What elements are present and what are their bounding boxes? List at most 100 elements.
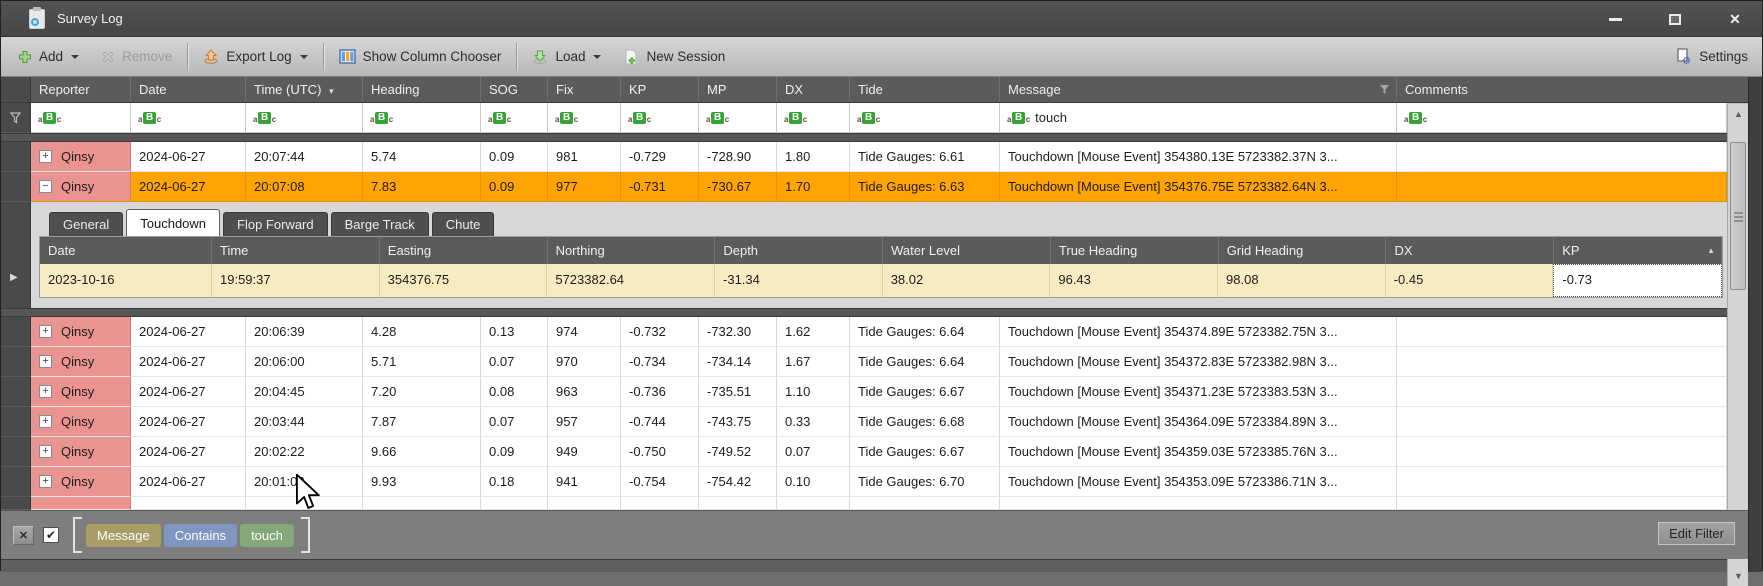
tide-cell: Tide Gauges: 6.61 (850, 142, 1000, 172)
column-header-tide[interactable]: Tide (850, 77, 1000, 102)
abc-type-icon: aBc (857, 112, 880, 124)
fix-cell: 957 (548, 407, 621, 437)
detail-time-cell: 19:59:37 (212, 264, 380, 297)
dx-cell: 1.67 (777, 347, 850, 377)
filter-operator-chip[interactable]: Contains (164, 524, 237, 547)
expand-icon[interactable]: + (39, 415, 52, 428)
filter-cell-time[interactable]: aBc (246, 103, 363, 133)
expand-icon[interactable]: − (39, 180, 52, 193)
expand-icon[interactable]: + (39, 325, 52, 338)
detail-column-easting[interactable]: Easting (380, 237, 548, 264)
filter-cell-message[interactable]: aBctouch (1000, 103, 1397, 133)
minimize-button[interactable] (1602, 9, 1628, 29)
abc-type-icon: aBc (628, 112, 651, 124)
load-button[interactable]: Load (521, 42, 612, 72)
scrollbar-thumb[interactable] (1730, 142, 1746, 290)
tab-touchdown[interactable]: Touchdown (126, 209, 220, 236)
reporter-cell: + Qinsy (31, 142, 131, 172)
filter-cell-comments[interactable]: aBc (1397, 103, 1727, 133)
filter-close-button[interactable]: ✕ (13, 526, 34, 545)
column-header-comments[interactable]: Comments (1397, 77, 1749, 102)
new-session-button[interactable]: New Session (612, 42, 736, 72)
column-header-fix[interactable]: Fix (548, 77, 621, 102)
expand-icon[interactable]: + (39, 475, 52, 488)
settings-button[interactable]: ⚙ Settings (1676, 48, 1748, 65)
column-header-time[interactable]: Time (UTC)▼ (246, 77, 363, 102)
tab-barge-track[interactable]: Barge Track (331, 212, 429, 236)
sog-cell: 0.09 (481, 142, 548, 172)
detail-column-water-level[interactable]: Water Level (883, 237, 1051, 264)
filter-cell-reporter[interactable]: aBc (31, 103, 131, 133)
tab-chute[interactable]: Chute (432, 212, 495, 236)
filter-cell-tide[interactable]: aBc (850, 103, 1000, 133)
filter-cell-date[interactable]: aBc (131, 103, 246, 133)
add-button[interactable]: Add (7, 42, 90, 72)
table-row[interactable]: − Qinsy 2024-06-27 20:07:08 7.83 0.09 97… (1, 172, 1727, 202)
filter-panel: ✕ ✔ Message Contains touch Edit Filter (1, 510, 1751, 559)
column-header-sog[interactable]: SOG (481, 77, 548, 102)
column-header-kp[interactable]: KP (621, 77, 699, 102)
sog-cell: 0.18 (481, 467, 548, 497)
close-button[interactable]: ✕ (1722, 9, 1748, 29)
expand-icon[interactable]: + (39, 385, 52, 398)
kp-cell: -0.744 (621, 407, 699, 437)
show-column-chooser-button[interactable]: Show Column Chooser (328, 42, 513, 72)
abc-type-icon: aBc (488, 112, 511, 124)
export-log-button[interactable]: Export Log (192, 42, 318, 72)
table-row[interactable]: + Qinsy 2024-06-27 20:03:44 7.87 0.07 95… (1, 407, 1727, 437)
filter-value-chip[interactable]: touch (240, 524, 294, 547)
filter-cell-sog[interactable]: aBc (481, 103, 548, 133)
filter-cell-heading[interactable]: aBc (363, 103, 481, 133)
filter-cell-mp[interactable]: aBc (699, 103, 777, 133)
table-row[interactable]: + Qinsy 2024-06-27 20:07:44 5.74 0.09 98… (1, 142, 1727, 172)
expand-icon[interactable]: + (39, 355, 52, 368)
table-row[interactable]: + Qinsy 2024-06-27 20:04:45 7.20 0.08 96… (1, 377, 1727, 407)
filter-cell-fix[interactable]: aBc (548, 103, 621, 133)
tab-general[interactable]: General (49, 212, 123, 236)
detail-column-time[interactable]: Time (212, 237, 380, 264)
mp-cell: -743.75 (699, 407, 777, 437)
edit-filter-button[interactable]: Edit Filter (1658, 522, 1735, 545)
scroll-up-icon[interactable]: ▲ (1728, 104, 1749, 124)
table-row[interactable]: + Qinsy 2024-06-27 20:01:03 9.93 0.18 94… (1, 467, 1727, 497)
detail-column-grid-heading[interactable]: Grid Heading (1219, 237, 1387, 264)
minimize-icon (1609, 18, 1622, 21)
time-cell: 20:07:44 (246, 142, 363, 172)
table-row[interactable]: + Qinsy 2024-06-27 20:06:39 4.28 0.13 97… (1, 317, 1727, 347)
dx-cell: 0.07 (777, 437, 850, 467)
active-filter-funnel-icon[interactable] (1379, 84, 1390, 95)
kp-cell: -0.750 (621, 437, 699, 467)
expand-icon[interactable]: + (39, 445, 52, 458)
column-header-mp[interactable]: MP (699, 77, 777, 102)
detail-row[interactable]: 2023-10-16 19:59:37 354376.75 5723382.64… (40, 264, 1722, 297)
column-header-date[interactable]: Date (131, 77, 246, 102)
maximize-button[interactable] (1662, 9, 1688, 29)
column-header-dx[interactable]: DX (777, 77, 850, 102)
column-header-message[interactable]: Message (1000, 77, 1397, 102)
filter-field-chip[interactable]: Message (86, 524, 161, 547)
fix-cell: 974 (548, 317, 621, 347)
message-cell: Touchdown [Mouse Event] 354380.13E 57233… (1000, 142, 1397, 172)
tide-cell: Tide Gauges: 6.63 (850, 172, 1000, 202)
remove-button[interactable]: Remove (90, 42, 183, 72)
abc-type-icon: aBc (253, 112, 276, 124)
detail-kp-cell-editor[interactable]: -0.73 (1553, 264, 1722, 297)
tab-flop-forward[interactable]: Flop Forward (223, 212, 328, 236)
detail-column-northing[interactable]: Northing (548, 237, 716, 264)
expand-icon[interactable]: + (39, 150, 52, 163)
detail-column-depth[interactable]: Depth (715, 237, 883, 264)
detail-column-date[interactable]: Date (40, 237, 212, 264)
filter-cell-dx[interactable]: aBc (777, 103, 850, 133)
scroll-down-icon[interactable]: ▼ (1728, 566, 1749, 586)
detail-column-kp[interactable]: KP▲ (1554, 237, 1722, 264)
table-row[interactable]: + Qinsy 2024-06-27 20:02:22 9.66 0.09 94… (1, 437, 1727, 467)
table-row[interactable]: + Qinsy 2024-06-27 20:06:00 5.71 0.07 97… (1, 347, 1727, 377)
detail-column-dx[interactable]: DX (1386, 237, 1554, 264)
column-header-reporter[interactable]: Reporter (31, 77, 131, 102)
detail-column-true-heading[interactable]: True Heading (1051, 237, 1219, 264)
auto-filter-row: aBc aBc aBc aBc aBc aBc aBc aBc aBc aBc … (1, 103, 1727, 133)
filter-cell-kp[interactable]: aBc (621, 103, 699, 133)
table-row-clipped (1, 497, 1727, 510)
filter-enabled-checkbox[interactable]: ✔ (43, 527, 59, 543)
column-header-heading[interactable]: Heading (363, 77, 481, 102)
